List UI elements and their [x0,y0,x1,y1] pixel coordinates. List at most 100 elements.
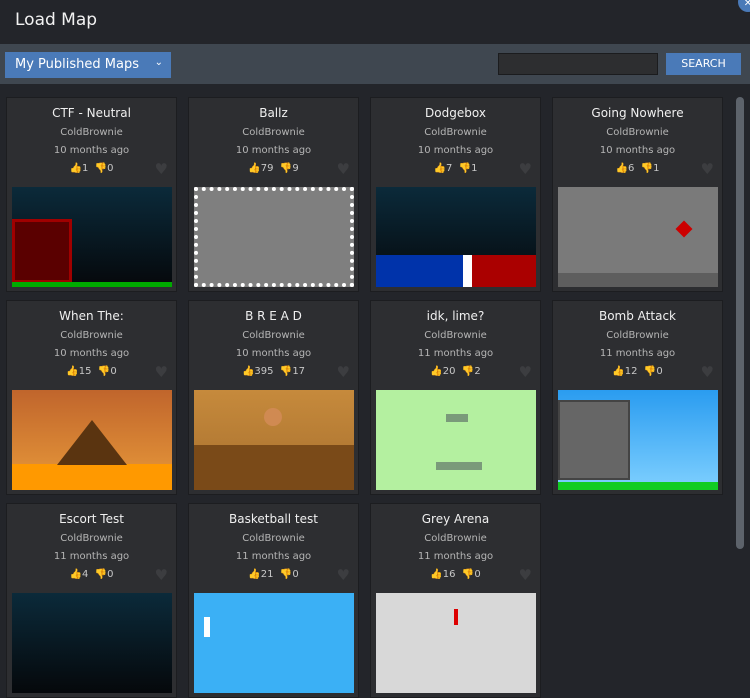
favorite-heart-icon[interactable]: ♥ [337,363,350,381]
thumbs-down-icon: 👎 [461,366,475,377]
like-count: 1 [81,163,89,174]
map-card[interactable]: Basketball test ColdBrownie 11 months ag… [188,503,359,698]
map-time: 11 months ago [599,348,676,359]
dislike-count: 0 [107,569,114,580]
map-time: 10 months ago [235,348,312,359]
map-title: Bomb Attack [598,309,676,323]
map-filter-select[interactable]: My Published Maps ⌄ [5,52,171,78]
like-count: 20 [442,366,456,377]
like-count: 15 [78,366,92,377]
map-card[interactable]: Escort Test ColdBrownie 11 months ago 👍4… [6,503,177,698]
thumbs-up-icon: 👍 [612,366,625,377]
dialog-header: Load Map [0,0,750,44]
map-time: 10 months ago [53,348,130,359]
thumbs-down-icon: 👎 [97,366,111,377]
dislike-count: 17 [292,366,306,377]
map-card[interactable]: CTF - Neutral ColdBrownie 10 months ago … [6,97,177,292]
thumbs-up-icon: 👍 [433,163,446,174]
map-thumbnail [376,187,536,287]
search-button[interactable]: SEARCH [666,53,741,75]
map-author: ColdBrownie [242,330,305,341]
map-title: idk, lime? [426,309,485,323]
favorite-heart-icon[interactable]: ♥ [155,160,168,178]
scrollbar[interactable] [736,97,744,549]
thumbs-up-icon: 👍 [248,163,261,174]
dislike-count: 0 [292,569,299,580]
dislike-count: 0 [656,366,663,377]
chevron-down-icon: ⌄ [154,57,163,68]
thumbs-up-icon: 👍 [69,569,82,580]
favorite-heart-icon[interactable]: ♥ [155,363,168,381]
map-thumbnail [558,187,718,287]
map-time: 11 months ago [417,551,494,562]
thumbs-up-icon: 👍 [248,569,261,580]
thumbs-up-icon: 👍 [66,366,79,377]
map-title: B R E A D [245,309,302,323]
map-card[interactable]: idk, lime? ColdBrownie 11 months ago 👍20… [370,300,541,495]
map-title: Grey Arena [421,512,490,526]
thumbs-up-icon: 👍 [430,569,443,580]
dislike-count: 2 [474,366,481,377]
map-time: 10 months ago [417,145,494,156]
map-votes: 👍6 👎1 ♥ [553,160,722,178]
dislike-count: 9 [292,163,299,174]
map-votes: 👍20 👎2 ♥ [371,363,540,381]
thumbs-down-icon: 👎 [643,366,657,377]
search-input[interactable] [498,53,658,75]
map-title: When The: [59,309,124,323]
map-card[interactable]: B R E A D ColdBrownie 10 months ago 👍395… [188,300,359,495]
thumbs-down-icon: 👎 [94,569,108,580]
map-card[interactable]: When The: ColdBrownie 10 months ago 👍15 … [6,300,177,495]
dislike-count: 0 [110,366,117,377]
map-card[interactable]: Dodgebox ColdBrownie 10 months ago 👍7 👎1… [370,97,541,292]
favorite-heart-icon[interactable]: ♥ [337,160,350,178]
map-author: ColdBrownie [242,127,305,138]
map-title: Going Nowhere [591,106,684,120]
map-card[interactable]: Grey Arena ColdBrownie 11 months ago 👍16… [370,503,541,698]
like-count: 21 [260,569,274,580]
map-votes: 👍1 👎0 ♥ [7,160,176,178]
favorite-heart-icon[interactable]: ♥ [701,160,714,178]
map-votes: 👍79 👎9 ♥ [189,160,358,178]
map-thumbnail [194,593,354,693]
thumbs-up-icon: 👍 [615,163,628,174]
dislike-count: 1 [653,163,660,174]
like-count: 6 [627,163,635,174]
map-title: Escort Test [59,512,124,526]
favorite-heart-icon[interactable]: ♥ [519,363,532,381]
map-time: 10 months ago [235,145,312,156]
favorite-heart-icon[interactable]: ♥ [701,363,714,381]
favorite-heart-icon[interactable]: ♥ [519,160,532,178]
map-author: ColdBrownie [606,127,669,138]
map-votes: 👍12 👎0 ♥ [553,363,722,381]
favorite-heart-icon[interactable]: ♥ [519,566,532,584]
like-count: 395 [254,366,274,377]
dislike-count: 0 [107,163,114,174]
map-title: Dodgebox [425,106,486,120]
map-card[interactable]: Ballz ColdBrownie 10 months ago 👍79 👎9 ♥ [188,97,359,292]
map-author: ColdBrownie [424,533,487,544]
favorite-heart-icon[interactable]: ♥ [155,566,168,584]
map-time: 11 months ago [235,551,312,562]
like-count: 79 [260,163,274,174]
map-card[interactable]: Bomb Attack ColdBrownie 11 months ago 👍1… [552,300,723,495]
map-thumbnail [12,390,172,490]
dialog-title: Load Map [15,10,98,30]
map-thumbnail [376,593,536,693]
like-count: 7 [445,163,453,174]
favorite-heart-icon[interactable]: ♥ [337,566,350,584]
like-count: 12 [624,366,638,377]
map-time: 11 months ago [417,348,494,359]
map-votes: 👍395 👎17 ♥ [189,363,358,381]
map-title: Ballz [259,106,288,120]
map-card[interactable]: Going Nowhere ColdBrownie 10 months ago … [552,97,723,292]
thumbs-down-icon: 👎 [279,569,293,580]
thumbs-down-icon: 👎 [279,366,293,377]
thumbs-down-icon: 👎 [461,569,475,580]
map-votes: 👍4 👎0 ♥ [7,566,176,584]
map-author: ColdBrownie [606,330,669,341]
map-time: 10 months ago [53,145,130,156]
thumbs-down-icon: 👎 [458,163,472,174]
thumbs-down-icon: 👎 [640,163,654,174]
map-votes: 👍21 👎0 ♥ [189,566,358,584]
